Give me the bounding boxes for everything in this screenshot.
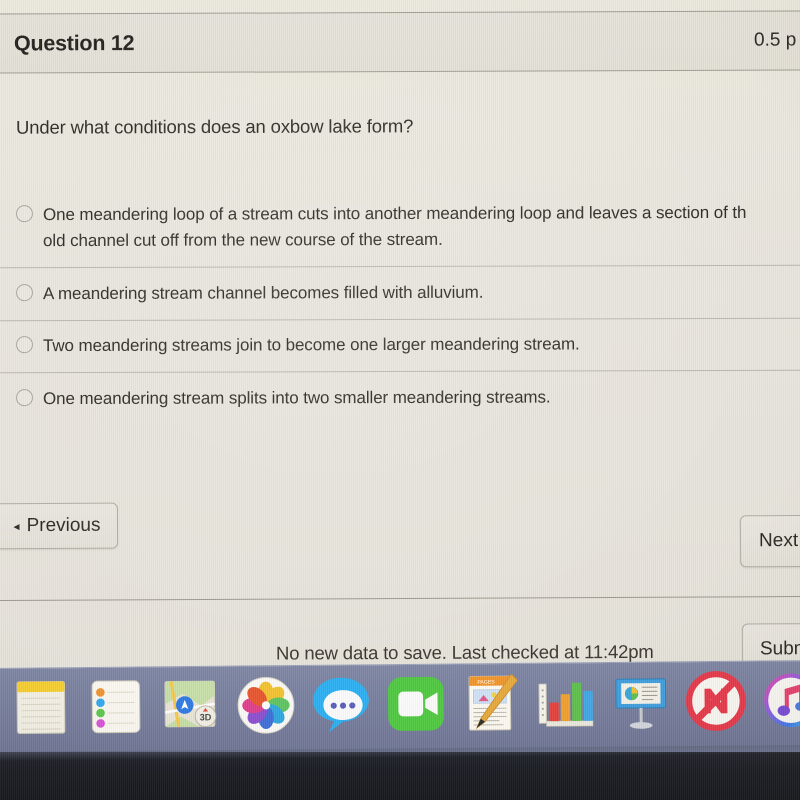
- answer-option-1[interactable]: One meandering loop of a stream cuts int…: [0, 186, 800, 268]
- answer-option-2-label: A meandering stream channel becomes fill…: [42, 282, 484, 303]
- svg-text:PAGES: PAGES: [477, 680, 495, 686]
- answer-option-4-label: One meandering stream splits into two sm…: [42, 387, 551, 409]
- submit-button-label: Subm: [759, 638, 800, 660]
- maps-icon[interactable]: 3D: [158, 673, 225, 740]
- answer-option-2[interactable]: A meandering stream channel becomes fill…: [0, 265, 800, 321]
- question-number-title: Question 12: [13, 30, 135, 55]
- radio-button-option-4[interactable]: [15, 389, 34, 407]
- answer-option-1-label: One meandering loop of a stream cuts int…: [43, 200, 747, 254]
- previous-button-label: Previous: [26, 514, 101, 537]
- laptop-bezel: [0, 752, 800, 800]
- next-question-button[interactable]: Next: [739, 514, 800, 568]
- radio-button-option-3[interactable]: [15, 336, 34, 354]
- pages-icon[interactable]: PAGES: [458, 670, 525, 737]
- music-icon[interactable]: [758, 667, 800, 734]
- messages-icon[interactable]: [308, 671, 375, 738]
- answer-options-list: One meandering loop of a stream cuts int…: [0, 186, 800, 425]
- keynote-icon[interactable]: [608, 668, 675, 735]
- save-status-message: No new data to save. Last checked at 11:…: [275, 640, 654, 664]
- question-header-band: Question 12 0.5 p: [0, 10, 800, 74]
- radio-button-option-1[interactable]: [15, 205, 33, 223]
- question-points: 0.5 p: [753, 29, 797, 51]
- answer-option-3-label: Two meandering streams join to become on…: [42, 334, 580, 356]
- quiz-page: Question 12 0.5 p Under what conditions …: [0, 0, 800, 666]
- arrow-left-icon: ◂: [13, 519, 20, 534]
- answer-option-1-line-2: old channel cut off from the new course …: [43, 229, 443, 250]
- screen-photo: Question 12 0.5 p Under what conditions …: [0, 0, 800, 800]
- navigation-zone: ◂ Previous Next: [0, 470, 800, 580]
- status-divider: [0, 596, 800, 601]
- answer-option-3[interactable]: Two meandering streams join to become on…: [0, 318, 800, 374]
- previous-question-button[interactable]: ◂ Previous: [0, 502, 119, 550]
- answer-option-1-line-1: One meandering loop of a stream cuts int…: [42, 202, 747, 225]
- photos-icon[interactable]: [233, 672, 300, 739]
- reminders-icon[interactable]: [83, 673, 150, 740]
- macos-dock: 3D PAGES: [0, 660, 800, 760]
- radio-button-option-2[interactable]: [15, 283, 34, 301]
- answer-option-4[interactable]: One meandering stream splits into two sm…: [0, 371, 800, 425]
- notes-icon[interactable]: [8, 674, 75, 741]
- news-icon[interactable]: [683, 668, 750, 735]
- svg-text:3D: 3D: [200, 712, 212, 722]
- question-prompt: Under what conditions does an oxbow lake…: [15, 115, 414, 138]
- facetime-icon[interactable]: [383, 671, 450, 738]
- numbers-icon[interactable]: [533, 669, 600, 736]
- next-button-label: Next: [758, 530, 799, 552]
